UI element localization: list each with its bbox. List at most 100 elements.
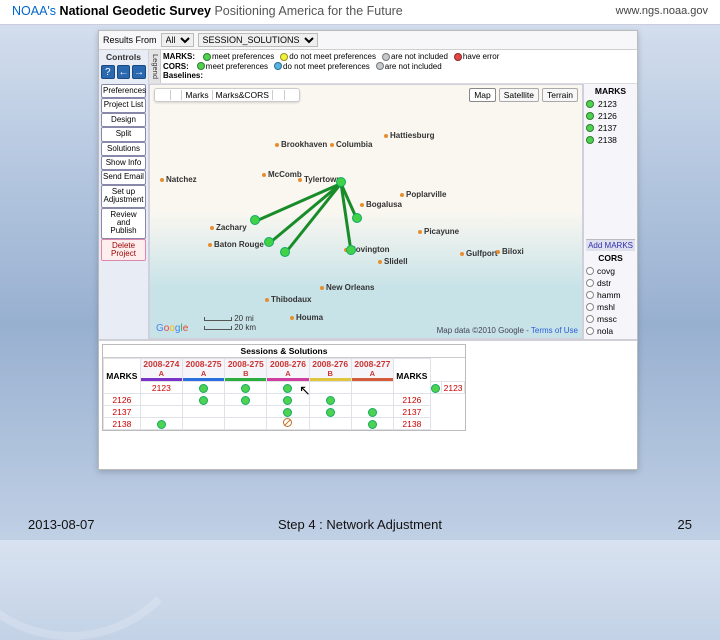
session-cell[interactable] [351, 406, 393, 418]
session-cell[interactable] [351, 394, 393, 406]
help-icon[interactable]: ? [101, 65, 115, 79]
layer-tab[interactable] [285, 90, 296, 100]
network-node[interactable] [264, 237, 274, 247]
control-btn-preferences[interactable]: Preferences [101, 84, 146, 98]
mark-row-label[interactable]: 2137 [104, 406, 141, 418]
sessions-title: Sessions & Solutions [103, 345, 465, 358]
legend-item: meet preferences [203, 52, 274, 61]
controls-title: Controls [101, 52, 146, 62]
cors-item[interactable]: nola [586, 325, 635, 337]
cors-item[interactable]: covg [586, 265, 635, 277]
control-btn-show-info[interactable]: Show Info [101, 156, 146, 170]
control-btn-review-and-publish[interactable]: Review and Publish [101, 208, 146, 239]
network-node[interactable] [352, 213, 362, 223]
mark-item[interactable]: 2126 [586, 110, 635, 122]
control-btn-solutions[interactable]: Solutions [101, 142, 146, 156]
cors-item[interactable]: mssc [586, 313, 635, 325]
mark-row-label[interactable]: 2126 [393, 394, 430, 406]
cors-item[interactable]: hamm [586, 289, 635, 301]
mark-row-label[interactable]: 2137 [393, 406, 430, 418]
map-legend: Legend MARKS: meet preferencesdo not mee… [149, 50, 637, 84]
results-topbar: Results From All SESSION_SOLUTIONS [99, 31, 637, 50]
mark-row-label[interactable]: 2123 [140, 382, 182, 394]
mark-item[interactable]: 2123 [586, 98, 635, 110]
session-cell[interactable] [309, 418, 351, 430]
session-cell[interactable] [267, 406, 309, 418]
mark-row-label[interactable]: 2123 [442, 382, 465, 394]
control-btn-design[interactable]: Design [101, 113, 146, 127]
session-cell[interactable] [140, 406, 182, 418]
cors-item[interactable]: mshl [586, 301, 635, 313]
session-cell[interactable] [225, 382, 267, 394]
maptype-terrain[interactable]: Terrain [542, 88, 578, 102]
session-col[interactable]: 2008-276A [267, 359, 309, 382]
mark-item[interactable]: 2138 [586, 134, 635, 146]
session-col[interactable]: 2008-275A [182, 359, 224, 382]
control-btn-send-email[interactable]: Send Email [101, 170, 146, 184]
session-col[interactable]: 2008-274A [140, 359, 182, 382]
maptype-map[interactable]: Map [469, 88, 496, 102]
site-header: NOAA's National Geodetic Survey Position… [0, 0, 720, 25]
network-node[interactable] [250, 215, 260, 225]
city-label: Baton Rouge [208, 240, 264, 249]
cors-item[interactable]: dstr [586, 277, 635, 289]
city-label: Picayune [418, 227, 459, 236]
session-cell[interactable] [309, 382, 351, 394]
session-cell[interactable] [351, 418, 393, 430]
mark-item[interactable]: 2137 [586, 122, 635, 134]
layer-tab[interactable] [159, 90, 170, 100]
legend-tab: Legend [149, 50, 161, 83]
mark-row-label[interactable]: 2126 [104, 394, 141, 406]
scope-select[interactable]: All [161, 33, 194, 47]
session-cell[interactable] [267, 394, 309, 406]
session-col[interactable]: 2008-277A [351, 359, 393, 382]
session-cell[interactable] [182, 382, 224, 394]
session-cell[interactable] [182, 406, 224, 418]
terms-link[interactable]: Terms of Use [531, 326, 578, 335]
session-col[interactable]: 2008-276B [309, 359, 351, 382]
control-btn-delete-project[interactable]: Delete Project [101, 239, 146, 262]
source-select[interactable]: SESSION_SOLUTIONS [198, 33, 318, 47]
col-marks-right: MARKS [393, 359, 430, 394]
map-canvas[interactable] [150, 85, 582, 338]
session-cell[interactable] [225, 394, 267, 406]
session-cell[interactable] [309, 394, 351, 406]
google-logo: Google [156, 323, 188, 334]
map-container[interactable]: MarksMarks&CORS MapSatelliteTerrain Natc… [149, 84, 583, 339]
city-label: Hattiesburg [384, 131, 434, 140]
session-cell[interactable] [267, 418, 309, 430]
session-cell[interactable] [430, 382, 441, 394]
footer-date: 2013-08-07 [28, 517, 95, 532]
city-label: Gulfport [460, 249, 498, 258]
session-col[interactable]: 2008-275B [225, 359, 267, 382]
layer-tab[interactable]: Marks [182, 90, 211, 100]
forward-icon[interactable]: → [132, 65, 146, 79]
back-icon[interactable]: ← [117, 65, 131, 79]
session-cell[interactable] [351, 382, 393, 394]
controls-panel: Controls ? ← → PreferencesProject ListDe… [99, 50, 149, 339]
control-btn-split[interactable]: Split [101, 127, 146, 141]
session-cell[interactable] [309, 406, 351, 418]
layer-tab[interactable] [273, 90, 284, 100]
session-cell[interactable] [140, 418, 182, 430]
add-marks-button[interactable]: Add MARKS [586, 239, 635, 251]
control-btn-set-up-adjustment[interactable]: Set up Adjustment [101, 185, 146, 208]
mark-row-label[interactable]: 2138 [104, 418, 141, 430]
maptype-satellite[interactable]: Satellite [499, 88, 539, 102]
session-cell[interactable] [225, 418, 267, 430]
layer-tab[interactable] [171, 90, 182, 100]
network-node[interactable] [280, 247, 290, 257]
layer-tab[interactable]: Marks&CORS [213, 90, 272, 100]
city-label: Thibodaux [265, 295, 311, 304]
map-attribution: Map data ©2010 Google - Terms of Use [437, 326, 578, 335]
control-btn-project-list[interactable]: Project List [101, 98, 146, 112]
session-cell[interactable] [140, 394, 182, 406]
mark-row-label[interactable]: 2138 [393, 418, 430, 430]
session-cell[interactable] [182, 418, 224, 430]
session-cell[interactable] [182, 394, 224, 406]
session-cell[interactable] [267, 382, 309, 394]
session-cell[interactable] [225, 406, 267, 418]
network-node[interactable] [346, 245, 356, 255]
city-label: Biloxi [496, 247, 524, 256]
network-node[interactable] [336, 177, 346, 187]
